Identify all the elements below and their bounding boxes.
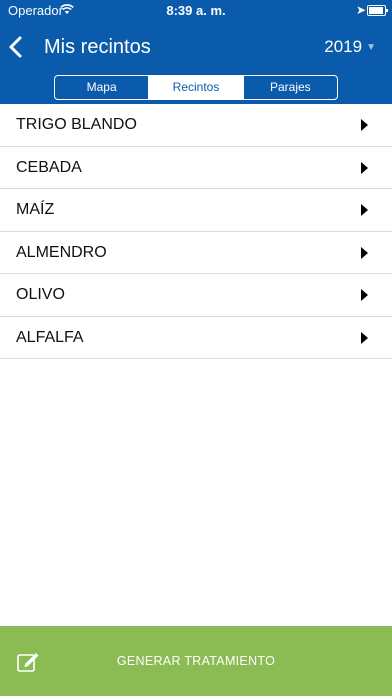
list-item[interactable]: MAÍZ: [0, 189, 392, 232]
tab-recintos[interactable]: Recintos: [148, 76, 243, 99]
triangle-right-icon: [361, 246, 368, 259]
year-value: 2019: [324, 37, 363, 56]
triangle-right-icon: [361, 289, 368, 301]
triangle-right-icon: [361, 119, 368, 131]
status-bar: Operador 8:39 a. m. ➤: [0, 0, 392, 20]
list-item-label: CEBADA: [16, 158, 82, 176]
header-bar: Operador 8:39 a. m. ➤ Mis recintos 2019 ▼…: [0, 0, 392, 104]
list-item-label: TRIGO BLANDO: [16, 116, 137, 133]
caret-down-icon: ▼: [366, 42, 376, 53]
triangle-right-icon: [361, 204, 368, 216]
list-item[interactable]: OLIVO: [0, 274, 392, 317]
location-arrow-icon: ➤: [355, 3, 366, 17]
list-item[interactable]: CEBADA: [0, 147, 392, 189]
recintos-list: TRIGO BLANDO CEBADA MAÍZ ALMENDRO OLIVO …: [0, 104, 392, 359]
tab-parajes[interactable]: Parajes: [242, 76, 337, 99]
page-title: Mis recintos: [44, 36, 151, 58]
segmented-control: Mapa Recintos Parajes: [54, 75, 338, 100]
generate-treatment-button[interactable]: GENERAR TRATAMIENTO: [0, 626, 392, 696]
year-selector[interactable]: 2019 ▼: [324, 37, 376, 57]
list-item-label: MAÍZ: [16, 201, 55, 218]
status-time: 8:39 a. m.: [166, 3, 226, 18]
list-item[interactable]: ALFALFA: [0, 317, 392, 359]
back-button[interactable]: [6, 34, 28, 60]
list-item-label: ALFALFA: [16, 328, 84, 346]
chevron-left-icon: [9, 36, 22, 58]
list-item-label: OLIVO: [16, 286, 65, 303]
list-item[interactable]: TRIGO BLANDO: [0, 104, 392, 147]
generate-treatment-label: GENERAR TRATAMIENTO: [116, 654, 276, 668]
triangle-right-icon: [361, 161, 368, 174]
battery-icon: [367, 5, 388, 16]
list-item[interactable]: ALMENDRO: [0, 232, 392, 274]
tab-mapa[interactable]: Mapa: [55, 76, 148, 99]
triangle-right-icon: [361, 331, 368, 344]
list-item-label: ALMENDRO: [16, 243, 107, 261]
